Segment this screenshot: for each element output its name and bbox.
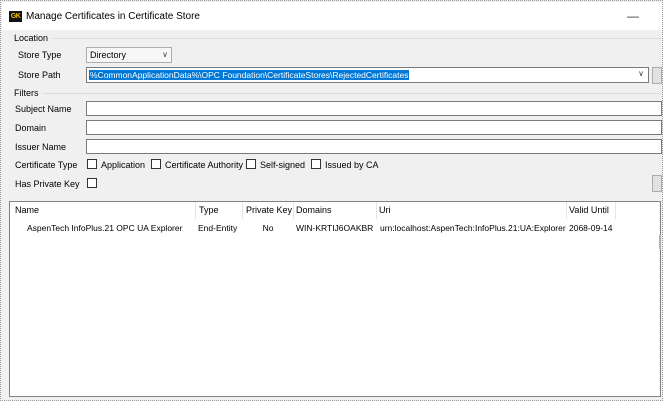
- has-private-key-checkbox[interactable]: [87, 178, 97, 188]
- title-bar: GK Manage Certificates in Certificate St…: [2, 2, 662, 30]
- issuer-name-label: Issuer Name: [15, 142, 67, 152]
- column-header-private-key[interactable]: Private Key: [243, 202, 293, 219]
- certificate-authority-checkbox-label[interactable]: Certificate Authority: [165, 160, 243, 170]
- cell-type: End-Entity: [198, 223, 238, 233]
- issuer-name-input[interactable]: [86, 139, 662, 154]
- app-icon: GK: [9, 11, 22, 22]
- location-group-label: Location: [14, 33, 49, 43]
- certificate-type-label: Certificate Type: [15, 160, 78, 170]
- location-group-divider: [53, 38, 661, 39]
- filters-group-divider: [43, 93, 661, 94]
- cell-private-key: No: [262, 223, 274, 233]
- column-divider[interactable]: [615, 202, 616, 219]
- browse-button[interactable]: [652, 67, 662, 84]
- domain-label: Domain: [15, 123, 47, 133]
- subject-name-label: Subject Name: [15, 104, 72, 114]
- certificate-authority-checkbox[interactable]: [151, 159, 161, 169]
- store-path-label: Store Path: [18, 70, 61, 80]
- store-path-value[interactable]: %CommonApplicationData%\OPC Foundation\C…: [89, 70, 410, 80]
- minimize-button[interactable]: —: [626, 6, 640, 26]
- has-private-key-label: Has Private Key: [15, 179, 80, 189]
- store-path-combobox[interactable]: %CommonApplicationData%\OPC Foundation\C…: [86, 67, 649, 83]
- chevron-down-icon[interactable]: ∨: [638, 69, 644, 78]
- cell-domains: WIN-KRTIJ6OAKBR: [296, 223, 374, 233]
- application-checkbox[interactable]: [87, 159, 97, 169]
- store-type-value: Directory: [90, 50, 127, 60]
- certificates-list[interactable]: Name Type Private Key Domains Uri Valid …: [9, 201, 661, 397]
- column-header-type[interactable]: Type: [196, 202, 242, 219]
- issued-by-ca-checkbox[interactable]: [311, 159, 321, 169]
- store-type-select[interactable]: Directory ∨: [86, 47, 172, 63]
- column-header-name[interactable]: Name: [12, 202, 196, 219]
- scrollbar-thumb[interactable]: [659, 235, 661, 249]
- column-header-domains[interactable]: Domains: [293, 202, 376, 219]
- subject-name-input[interactable]: [86, 101, 662, 116]
- window-title: Manage Certificates in Certificate Store: [26, 11, 200, 22]
- store-type-label: Store Type: [18, 50, 62, 60]
- domain-input[interactable]: [86, 120, 662, 135]
- column-header-valid-until[interactable]: Valid Until: [566, 202, 616, 219]
- cell-valid-until: 2068-09-14: [569, 223, 613, 233]
- application-checkbox-label[interactable]: Application: [101, 160, 145, 170]
- self-signed-checkbox-label[interactable]: Self-signed: [260, 160, 305, 170]
- apply-filter-button[interactable]: [652, 175, 662, 192]
- cell-name: AspenTech InfoPlus.21 OPC UA Explorer: [27, 223, 183, 233]
- self-signed-checkbox[interactable]: [246, 159, 256, 169]
- issued-by-ca-checkbox-label[interactable]: Issued by CA: [325, 160, 379, 170]
- chevron-down-icon: ∨: [162, 50, 168, 59]
- dialog-window: GK Manage Certificates in Certificate St…: [0, 0, 663, 401]
- column-header-uri[interactable]: Uri: [376, 202, 566, 219]
- cell-uri: urn:localhost:AspenTech:InfoPlus.21:UA:E…: [380, 223, 566, 233]
- filters-group-label: Filters: [14, 88, 39, 98]
